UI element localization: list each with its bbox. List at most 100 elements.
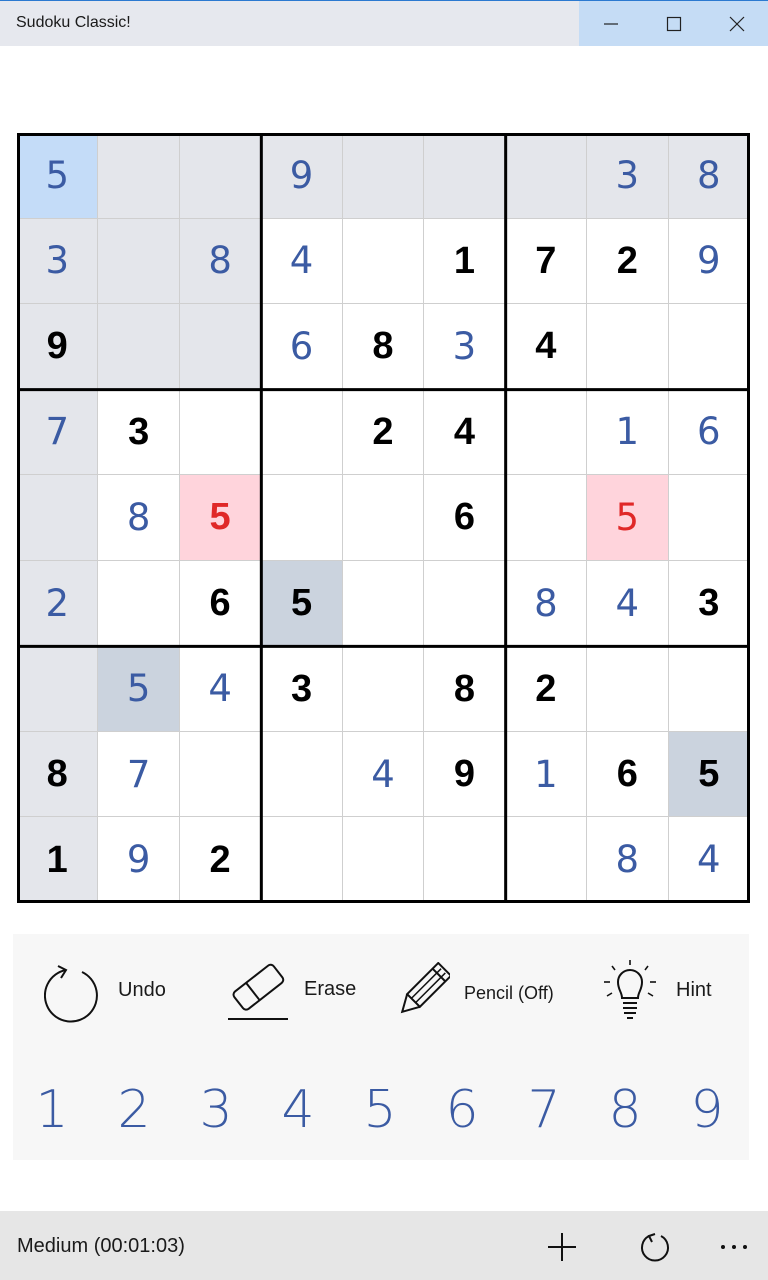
board-cell[interactable]: 6 — [261, 304, 343, 390]
hint-button[interactable]: Hint — [602, 958, 712, 1024]
board-cell[interactable]: 8 — [342, 304, 425, 390]
board-cell[interactable]: 8 — [668, 133, 750, 219]
board-cell[interactable] — [98, 560, 180, 647]
board-cell[interactable] — [424, 560, 506, 647]
board-cell[interactable] — [98, 304, 180, 390]
board-cell[interactable] — [342, 560, 425, 647]
board-cell[interactable]: 8 — [98, 475, 180, 561]
erase-button[interactable]: Erase — [228, 960, 356, 1022]
board-cell[interactable] — [261, 817, 343, 903]
minimize-button[interactable] — [579, 1, 642, 46]
board-cell[interactable]: 4 — [587, 560, 669, 647]
board-cell[interactable] — [587, 304, 669, 390]
board-cell[interactable]: 8 — [17, 731, 99, 818]
board-cell[interactable]: 2 — [17, 560, 99, 647]
board-cell[interactable]: 4 — [261, 218, 343, 305]
board-cell[interactable]: 5 — [668, 731, 750, 818]
board-cell[interactable]: 9 — [424, 731, 506, 818]
board-cell[interactable]: 4 — [505, 304, 588, 390]
board-cell[interactable] — [342, 218, 425, 305]
board-cell[interactable] — [98, 133, 180, 219]
new-game-button[interactable] — [540, 1225, 584, 1269]
board-cell[interactable]: 9 — [668, 218, 750, 305]
board-cell[interactable]: 2 — [179, 817, 262, 903]
board-cell[interactable]: 5 — [179, 475, 262, 561]
board-cell[interactable]: 5 — [261, 560, 343, 647]
number-key-6[interactable]: 6 — [432, 1080, 492, 1150]
board-cell[interactable]: 6 — [424, 475, 506, 561]
board-cell[interactable] — [342, 133, 425, 219]
board-cell[interactable]: 5 — [587, 475, 669, 561]
board-cell[interactable]: 2 — [505, 646, 588, 732]
board-cell[interactable]: 3 — [668, 560, 750, 647]
board-cell[interactable]: 8 — [424, 646, 506, 732]
board-cell[interactable] — [17, 646, 99, 732]
board-cell[interactable] — [424, 817, 506, 903]
board-cell[interactable] — [668, 646, 750, 732]
number-key-7[interactable]: 7 — [514, 1080, 574, 1150]
board-cell[interactable]: 6 — [587, 731, 669, 818]
board-cell[interactable] — [342, 817, 425, 903]
number-key-4[interactable]: 4 — [268, 1080, 328, 1150]
board-cell[interactable]: 2 — [587, 218, 669, 305]
board-cell[interactable]: 3 — [98, 389, 180, 476]
board-cell[interactable] — [505, 475, 588, 561]
number-key-2[interactable]: 2 — [104, 1080, 164, 1150]
board-cell[interactable]: 7 — [98, 731, 180, 818]
board-cell[interactable]: 1 — [505, 731, 588, 818]
board-cell[interactable] — [179, 304, 262, 390]
board-cell[interactable] — [179, 133, 262, 219]
board-cell[interactable]: 5 — [17, 133, 99, 219]
maximize-button[interactable] — [642, 1, 705, 46]
board-cell[interactable]: 2 — [342, 389, 425, 476]
number-key-9[interactable]: 9 — [677, 1080, 737, 1150]
board-cell[interactable] — [179, 731, 262, 818]
board-cell[interactable] — [505, 133, 588, 219]
number-key-3[interactable]: 3 — [186, 1080, 246, 1150]
board-cell[interactable]: 3 — [587, 133, 669, 219]
number-key-8[interactable]: 8 — [595, 1080, 655, 1150]
board-cell[interactable]: 3 — [424, 304, 506, 390]
board-cell[interactable] — [261, 389, 343, 476]
board-cell[interactable]: 1 — [587, 389, 669, 476]
number-key-1[interactable]: 1 — [22, 1080, 82, 1150]
board-cell[interactable]: 8 — [179, 218, 262, 305]
board-cell[interactable]: 6 — [668, 389, 750, 476]
board-cell[interactable] — [98, 218, 180, 305]
board-cell[interactable]: 1 — [424, 218, 506, 305]
restart-button[interactable] — [633, 1225, 677, 1269]
board-cell[interactable]: 4 — [668, 817, 750, 903]
board-cell[interactable]: 9 — [261, 133, 343, 219]
board-cell[interactable]: 4 — [179, 646, 262, 732]
number-key-5[interactable]: 5 — [350, 1080, 410, 1150]
board-cell[interactable]: 3 — [17, 218, 99, 305]
board-cell[interactable] — [668, 304, 750, 390]
board-cell[interactable] — [179, 389, 262, 476]
board-cell[interactable]: 8 — [505, 560, 588, 647]
pencil-toggle-button[interactable]: Pencil (Off) — [394, 962, 554, 1022]
board-cell[interactable]: 9 — [98, 817, 180, 903]
board-cell[interactable]: 7 — [505, 218, 588, 305]
board-cell[interactable] — [17, 475, 99, 561]
board-cell[interactable]: 7 — [17, 389, 99, 476]
board-cell[interactable] — [342, 475, 425, 561]
board-cell[interactable]: 3 — [261, 646, 343, 732]
undo-button[interactable]: Undo — [44, 958, 166, 1024]
board-cell[interactable]: 9 — [17, 304, 99, 390]
board-cell[interactable]: 8 — [587, 817, 669, 903]
board-cell[interactable]: 6 — [179, 560, 262, 647]
board-cell[interactable]: 4 — [424, 389, 506, 476]
board-cell[interactable] — [587, 646, 669, 732]
more-button[interactable] — [712, 1225, 756, 1269]
board-cell[interactable] — [342, 646, 425, 732]
board-cell[interactable] — [261, 475, 343, 561]
board-cell[interactable]: 1 — [17, 817, 99, 903]
board-cell[interactable]: 4 — [342, 731, 425, 818]
board-cell[interactable] — [424, 133, 506, 219]
board-cell[interactable] — [668, 475, 750, 561]
board-cell[interactable] — [505, 817, 588, 903]
board-cell[interactable] — [505, 389, 588, 476]
board-cell[interactable]: 5 — [98, 646, 180, 732]
close-button[interactable] — [705, 1, 768, 46]
board-cell[interactable] — [261, 731, 343, 818]
